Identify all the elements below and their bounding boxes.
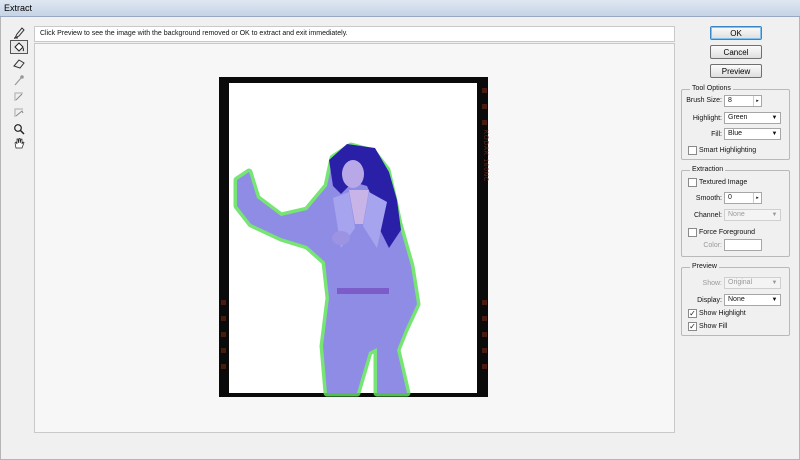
display-label: Display: xyxy=(697,297,722,304)
title-bar: Extract xyxy=(0,0,800,17)
zoom-tool[interactable] xyxy=(10,122,28,136)
smooth-field[interactable]: 0 ▸ xyxy=(724,192,762,204)
smart-highlighting-checkbox[interactable] xyxy=(688,146,697,155)
highlight-select[interactable]: Green ▼ xyxy=(724,112,781,124)
zoom-icon xyxy=(14,124,25,135)
brush-size-field[interactable]: 8 ▸ xyxy=(724,95,762,107)
textured-image-checkbox[interactable] xyxy=(688,178,697,187)
chevron-down-icon: ▼ xyxy=(771,115,778,121)
edge-touchup-tool[interactable] xyxy=(10,106,28,120)
show-fill-checkbox[interactable]: ✓ xyxy=(688,322,697,331)
color-label: Color: xyxy=(703,242,722,249)
chevron-down-icon: ▼ xyxy=(771,280,778,286)
film-sprocket-marks-right-lower xyxy=(481,300,489,380)
force-foreground-checkbox[interactable] xyxy=(688,228,697,237)
highlight-value: Green xyxy=(728,114,748,121)
display-value: None xyxy=(728,296,745,303)
display-select[interactable]: None ▼ xyxy=(724,294,781,306)
fill-tool[interactable] xyxy=(10,40,28,54)
eyedropper-tool[interactable] xyxy=(10,73,28,87)
preview-button[interactable]: Preview xyxy=(710,64,762,78)
textured-image-label: Textured Image xyxy=(699,179,748,186)
edge-touchup-icon xyxy=(14,108,24,117)
film-edge-text: KODAK 160NC xyxy=(482,130,488,183)
fill-select[interactable]: Blue ▼ xyxy=(724,128,781,140)
eyedropper-icon xyxy=(14,75,24,86)
edge-highlighter-icon xyxy=(13,27,25,39)
highlight-label: Highlight: xyxy=(692,115,722,122)
film-sprocket-marks-left xyxy=(220,300,228,380)
fill-label: Fill: xyxy=(711,131,722,138)
smooth-label: Smooth: xyxy=(695,195,722,202)
increment-arrow-icon[interactable]: ▸ xyxy=(753,96,761,106)
force-foreground-color-swatch[interactable] xyxy=(724,239,762,251)
show-fill-label: Show Fill xyxy=(699,323,728,330)
chevron-down-icon: ▼ xyxy=(771,131,778,137)
channel-label: Channel: xyxy=(693,212,722,219)
brush-size-value: 8 xyxy=(728,97,732,104)
hand-tool[interactable] xyxy=(10,136,28,150)
brush-size-label: Brush Size: xyxy=(686,97,722,104)
edge-highlighter-tool[interactable] xyxy=(10,26,28,40)
force-foreground-label: Force Foreground xyxy=(699,229,756,236)
eraser-icon xyxy=(13,59,25,69)
cleanup-tool[interactable] xyxy=(10,90,28,104)
channel-select[interactable]: None ▼ xyxy=(724,209,781,221)
ok-button[interactable]: OK xyxy=(710,26,762,40)
film-sprocket-marks-right xyxy=(481,88,489,136)
subject-figure xyxy=(233,142,421,397)
tool-options-legend: Tool Options xyxy=(690,85,733,92)
show-select[interactable]: Original ▼ xyxy=(724,277,781,289)
eraser-tool[interactable] xyxy=(10,56,28,70)
chevron-down-icon: ▼ xyxy=(771,212,778,218)
fill-value: Blue xyxy=(728,130,743,137)
chevron-down-icon: ▼ xyxy=(771,297,778,303)
increment-arrow-icon[interactable]: ▸ xyxy=(753,193,761,203)
extraction-legend: Extraction xyxy=(690,166,726,173)
hint-bar: Click Preview to see the image with the … xyxy=(34,26,675,42)
show-label: Show: xyxy=(702,280,722,287)
show-value: Original xyxy=(728,279,753,286)
hand-icon xyxy=(14,138,25,149)
smart-highlighting-label: Smart Highlighting xyxy=(699,147,757,154)
fill-bucket-icon xyxy=(14,42,24,52)
show-highlight-checkbox[interactable]: ✓ xyxy=(688,309,697,318)
cleanup-icon xyxy=(14,92,23,101)
channel-value: None xyxy=(728,211,745,218)
preview-legend: Preview xyxy=(690,263,719,270)
cancel-button[interactable]: Cancel xyxy=(710,45,762,59)
window-title: Extract xyxy=(4,3,33,13)
smooth-value: 0 xyxy=(728,194,732,201)
show-highlight-label: Show Highlight xyxy=(699,310,746,317)
